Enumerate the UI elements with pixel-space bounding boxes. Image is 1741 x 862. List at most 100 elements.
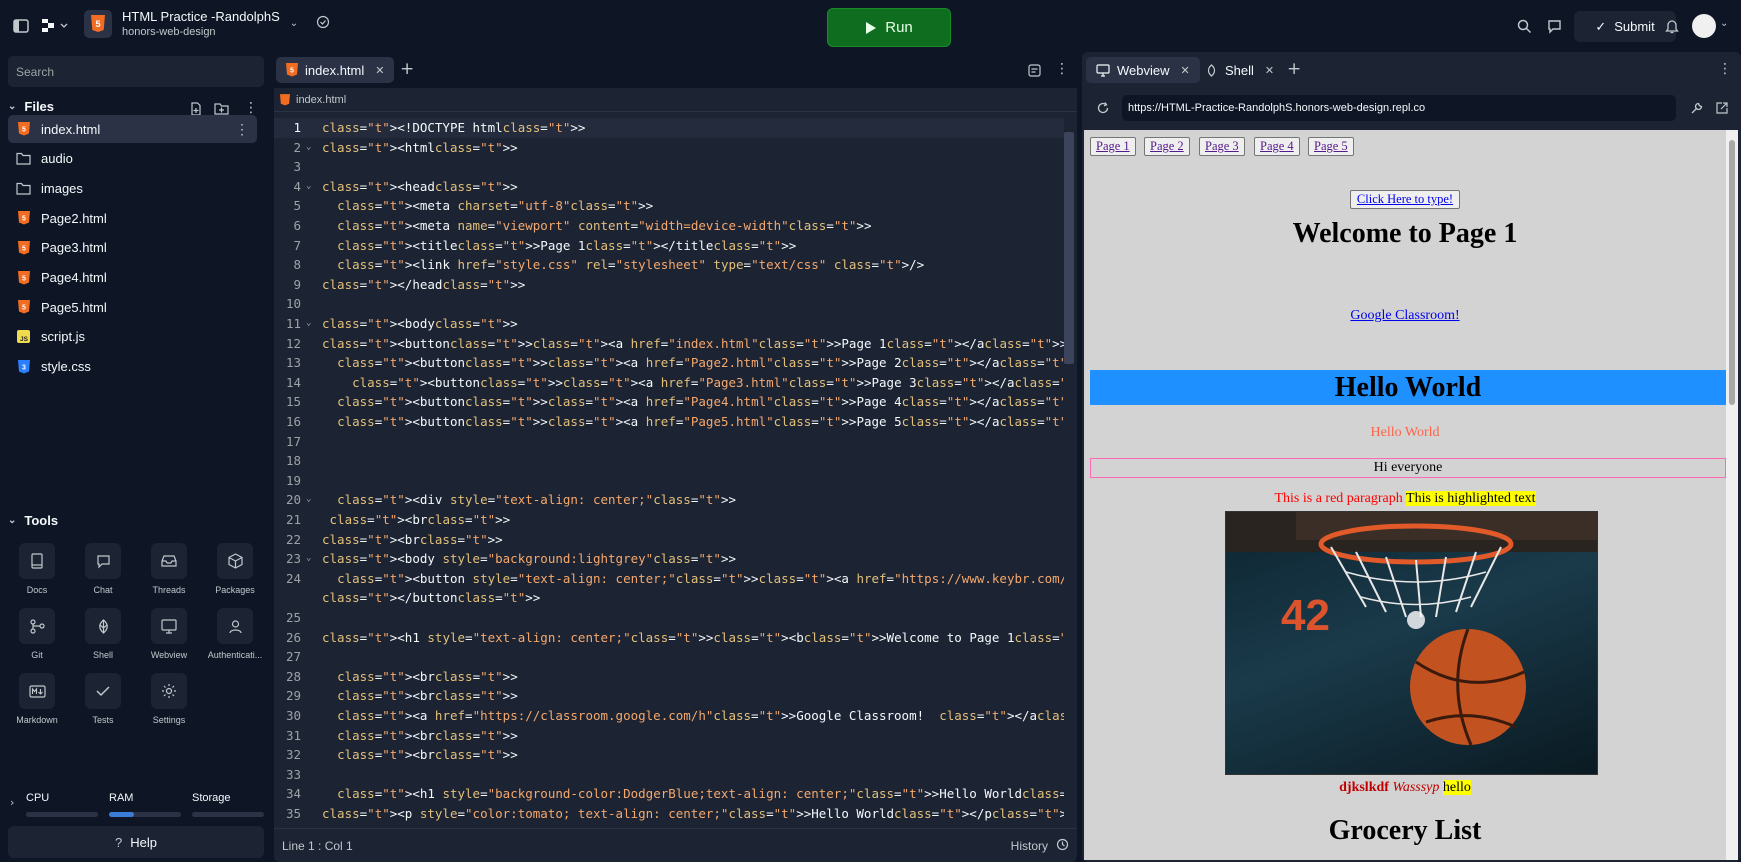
submit-button[interactable]: ✓ Submit [1574,11,1676,42]
code-line[interactable]: 8 class="t"><link href="style.css" rel="… [274,255,1064,275]
code-line[interactable]: 11 ⌄ class="t"><bodyclass="t">> [274,314,1064,334]
cloud-sync-icon[interactable] [316,15,330,32]
code-line[interactable]: 27 [274,647,1064,667]
code-line[interactable]: 7 class="t"><titleclass="t">>Page 1class… [274,236,1064,256]
project-info[interactable]: 5 HTML Practice -RandolphS honors-web-de… [84,9,330,38]
tab-shell[interactable]: Shell ✕ [1195,57,1284,83]
file-item-script-js[interactable]: JS script.js [8,323,257,351]
code-line[interactable]: 13 class="t"><buttonclass="t">>class="t"… [274,353,1064,373]
tool-settings[interactable]: Settings [139,673,199,725]
tab-webview[interactable]: Webview ✕ [1086,57,1200,83]
code-line[interactable]: 2 ⌄ class="t"><htmlclass="t">> [274,138,1064,158]
fold-chevron-icon[interactable]: ⌄ [306,549,311,569]
tool-git[interactable]: Git [7,608,67,660]
file-item-page5-html[interactable]: 5 Page5.html [8,293,257,321]
more-options-icon[interactable]: ⋮ [1055,61,1069,77]
tool-markdown[interactable]: Markdown [7,673,67,725]
fold-chevron-icon[interactable]: ⌄ [306,314,311,334]
file-item-page4-html[interactable]: 5 Page4.html [8,264,257,292]
url-input[interactable]: https://HTML-Practice-RandolphS.honors-w… [1122,95,1676,121]
code-line[interactable]: class="t"></buttonclass="t">> [274,588,1064,608]
code-line[interactable]: 6 class="t"><meta name="viewport" conten… [274,216,1064,236]
tool-chat[interactable]: Chat [73,543,133,595]
code-line[interactable]: 14 class="t"><buttonclass="t">>class="t"… [274,373,1064,393]
code-line[interactable]: 23 ⌄ class="t"><body style="background:lig… [274,549,1064,569]
code-line[interactable]: 28 class="t"><brclass="t">> [274,667,1064,687]
code-line[interactable]: 25 [274,608,1064,628]
code-line[interactable]: 12 class="t"><buttonclass="t">>class="t">… [274,334,1064,354]
tool-packages[interactable]: Packages [205,543,265,595]
replit-logo-icon[interactable] [40,16,70,36]
code-line[interactable]: 31 class="t"><brclass="t">> [274,726,1064,746]
code-line[interactable]: 4 ⌄ class="t"><headclass="t">> [274,177,1064,197]
webview-scrollbar-thumb[interactable] [1729,140,1735,405]
nav-button-page-3[interactable]: Page 3 [1199,137,1245,156]
tool-threads[interactable]: Threads [139,543,199,595]
help-button[interactable]: ? Help [8,826,264,858]
google-classroom-link-text[interactable]: Google Classroom! [1350,308,1459,323]
editor-scrollbar[interactable] [1064,132,1074,364]
tool-docs[interactable]: Docs [7,543,67,595]
file-item-style-css[interactable]: 3 style.css [8,353,257,381]
code-area[interactable]: 1 class="t"><!DOCTYPE htmlclass="t">> 2 ⌄ cl… [274,118,1064,823]
tab-index-html[interactable]: 5 index.html ✕ [276,57,395,83]
code-line[interactable]: 26 class="t"><h1 style="text-align: cente… [274,628,1064,648]
more-options-icon[interactable]: ⋮ [235,121,249,138]
fold-chevron-icon[interactable]: ⌄ [306,177,311,197]
open-external-icon[interactable] [1715,101,1729,118]
code-line[interactable]: 10 [274,294,1064,314]
search-icon[interactable] [1515,17,1533,35]
code-line[interactable]: 35 class="t"><p style="color:tomato; text… [274,804,1064,823]
close-icon[interactable]: ✕ [375,64,384,77]
history-label[interactable]: History [1011,839,1048,853]
more-options-icon[interactable]: ⋮ [1718,61,1732,77]
close-icon[interactable]: ✕ [1265,64,1274,77]
files-section-header[interactable]: ⌄ Files [8,99,54,114]
file-item-index-html[interactable]: 5 index.html ⋮ [8,115,257,143]
chevron-down-icon[interactable]: ⌄ [290,18,298,29]
breadcrumb-file[interactable]: index.html [296,94,346,106]
code-line[interactable]: 3 [274,157,1064,177]
reload-icon[interactable] [1096,101,1110,118]
file-item-audio[interactable]: audio [8,145,257,173]
new-tab-icon[interactable]: + [400,59,414,79]
click-here-to-type-button[interactable]: Click Here to type! [1349,190,1461,209]
search-input[interactable]: Search [8,56,264,87]
code-line[interactable]: 5 class="t"><meta charset="utf-8"class="… [274,196,1064,216]
code-line[interactable]: 15 class="t"><buttonclass="t">>class="t"… [274,392,1064,412]
chevron-right-icon[interactable]: › [10,796,14,809]
tool-tests[interactable]: Tests [73,673,133,725]
more-options-icon[interactable]: ⋮ [244,100,258,116]
webview-scrollbar[interactable] [1726,130,1738,860]
code-line[interactable]: 19 [274,471,1064,491]
close-icon[interactable]: ✕ [1181,64,1190,77]
code-line[interactable]: 24 class="t"><button style="text-align: … [274,569,1064,589]
code-line[interactable]: 20 ⌄ class="t"><div style="text-align: ce… [274,490,1064,510]
code-line[interactable]: 29 class="t"><brclass="t">> [274,686,1064,706]
chevron-down-icon[interactable]: ⌄ [1720,18,1728,29]
chat-bubble-icon[interactable] [1545,17,1563,35]
code-line[interactable]: 18 [274,451,1064,471]
tool-authenticati[interactable]: Authenticati... [205,608,265,660]
new-tab-icon[interactable]: + [1287,59,1301,79]
code-line[interactable]: 33 [274,765,1064,785]
code-line[interactable]: 17 [274,432,1064,452]
code-line[interactable]: 22 class="t"><brclass="t">> [274,530,1064,550]
nav-button-page-5[interactable]: Page 5 [1308,137,1354,156]
file-item-page2-html[interactable]: 5 Page2.html [8,204,257,232]
bell-icon[interactable] [1663,17,1681,35]
tools-section-header[interactable]: ⌄ Tools [8,513,58,528]
nav-button-page-2[interactable]: Page 2 [1144,137,1190,156]
devtools-wrench-icon[interactable] [1690,101,1704,118]
run-button[interactable]: Run [827,8,951,47]
file-item-images[interactable]: images [8,174,257,202]
avatar[interactable] [1692,14,1716,38]
code-line[interactable]: 34 class="t"><h1 style="background-color… [274,784,1064,804]
code-line[interactable]: 1 class="t"><!DOCTYPE htmlclass="t">> [274,118,1064,138]
fold-chevron-icon[interactable]: ⌄ [306,138,311,158]
outline-icon[interactable] [1028,64,1041,80]
tool-shell[interactable]: Shell [73,608,133,660]
history-icon[interactable] [1056,838,1069,854]
code-line[interactable]: 16 class="t"><buttonclass="t">>class="t"… [274,412,1064,432]
sidebar-toggle-icon[interactable] [12,17,30,35]
